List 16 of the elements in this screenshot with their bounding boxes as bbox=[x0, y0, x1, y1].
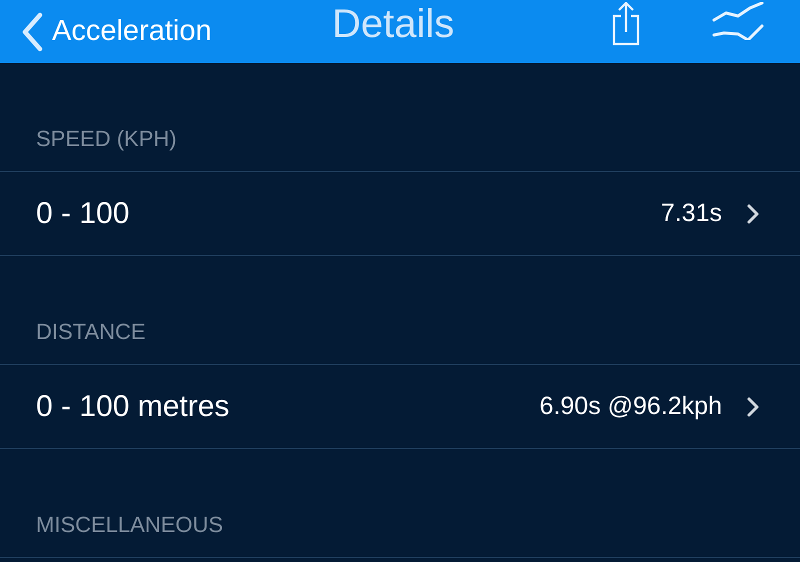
section-header: MISCELLANEOUS bbox=[36, 511, 224, 539]
back-chevron-icon bbox=[20, 12, 44, 52]
chevron-right-icon bbox=[746, 202, 760, 224]
share-icon[interactable] bbox=[612, 2, 640, 46]
line-chart-icon[interactable] bbox=[712, 2, 764, 40]
back-button[interactable]: Acceleration bbox=[0, 10, 212, 54]
screen-title: Details bbox=[332, 1, 454, 48]
chevron-right-icon bbox=[746, 396, 760, 418]
row-label: 0 - 100 metres bbox=[36, 389, 230, 425]
detail-row[interactable]: 0 - 100 metres 6.90s @96.2kph bbox=[0, 365, 800, 449]
row-value: 7.31s bbox=[660, 198, 722, 229]
detail-row[interactable]: 0 - 100 7.31s bbox=[0, 172, 800, 256]
row-label: 0 - 100 bbox=[36, 196, 130, 232]
section-header: SPEED (KPH) bbox=[36, 125, 177, 153]
row-value: 6.90s @96.2kph bbox=[540, 390, 722, 422]
section-header: DISTANCE bbox=[36, 318, 146, 346]
